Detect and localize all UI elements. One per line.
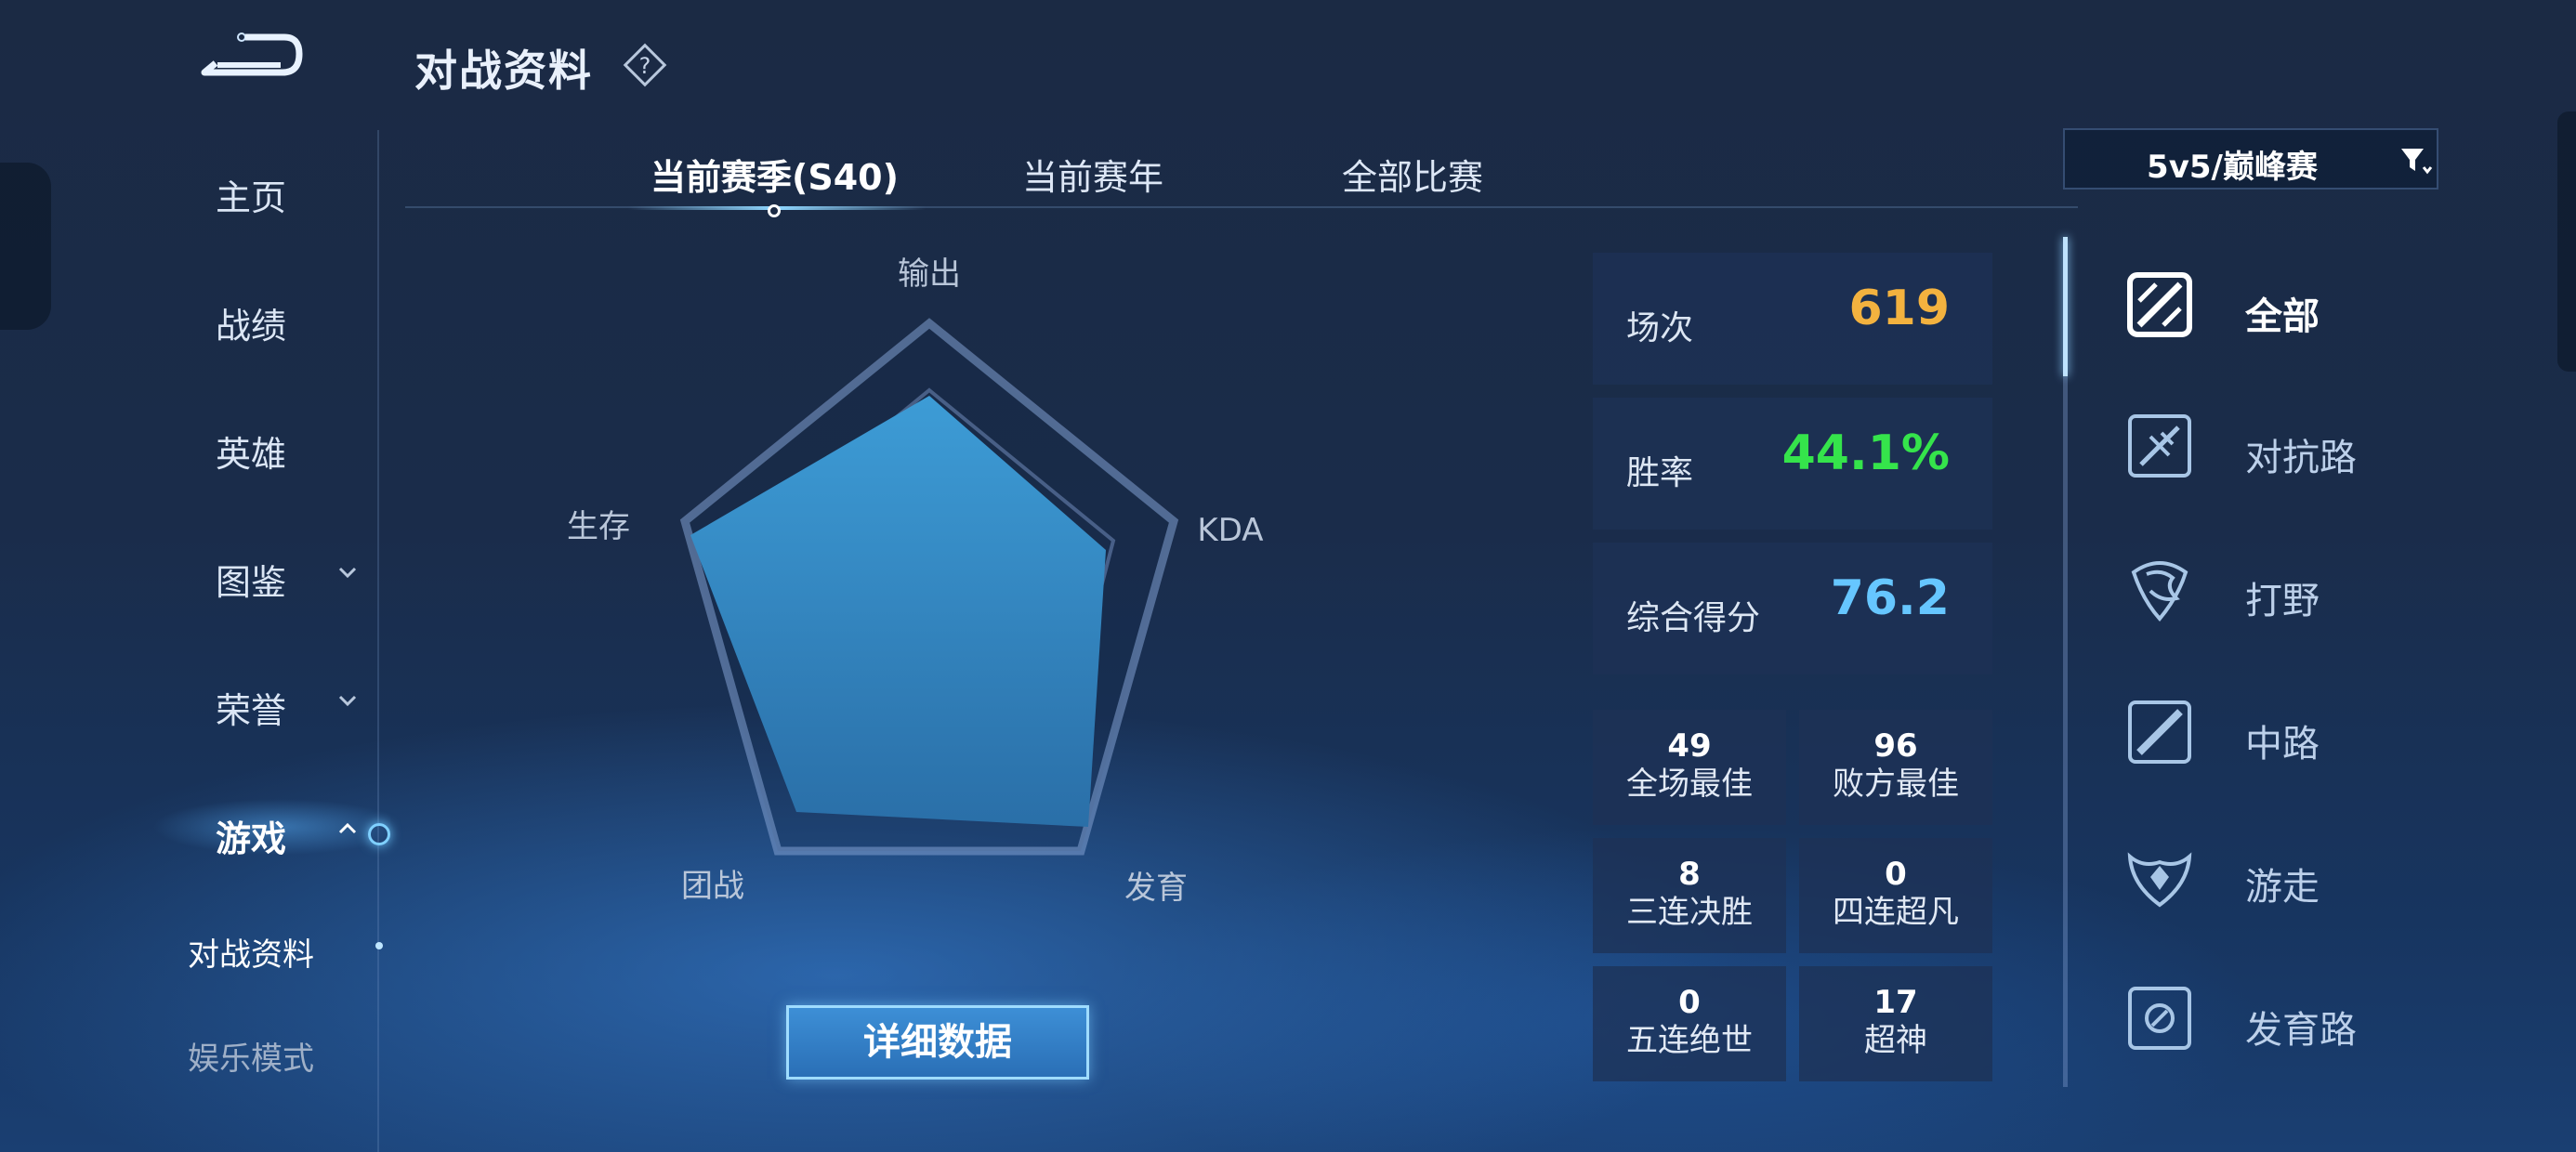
nav-item-heroes[interactable]: 英雄: [121, 425, 381, 477]
achievement-count: 8: [1678, 856, 1701, 893]
achievement-count: 17: [1873, 984, 1918, 1021]
mode-select[interactable]: 5v5/巅峰赛: [2063, 128, 2438, 190]
detail-data-button[interactable]: 详细数据: [786, 1005, 1089, 1080]
right-edge-handle: [2557, 111, 2576, 372]
achievement-losing-mvp: 96 败方最佳: [1799, 710, 1992, 825]
radar-axis-label-growth: 发育: [1124, 870, 1188, 907]
left-edge-handle: [0, 163, 51, 330]
nav-item-game[interactable]: 游戏: [121, 810, 381, 861]
nav-item-label: 游戏: [215, 818, 286, 859]
stat-label: 胜率: [1626, 454, 1694, 492]
role-item-jungle[interactable]: 打野: [2124, 554, 2515, 628]
back-arrow-icon: [201, 33, 303, 76]
role-label: 对抗路: [2245, 437, 2357, 479]
chevron-down-icon: [338, 567, 357, 579]
achievement-label: 四连超凡: [1833, 894, 1959, 931]
nav-item-label: 荣誉: [215, 690, 286, 731]
tab-all-matches[interactable]: 全部比赛: [1342, 149, 1483, 200]
role-label: 中路: [2245, 723, 2320, 766]
role-label: 全部: [2245, 295, 2320, 338]
stat-label: 场次: [1626, 309, 1694, 347]
achievement-legendary: 17 超神: [1799, 966, 1992, 1081]
farm-lane-icon: [2128, 987, 2191, 1050]
nav-item-label: 英雄: [215, 434, 286, 475]
mid-lane-icon: [2128, 700, 2191, 764]
achievement-label: 五连绝世: [1626, 1022, 1753, 1059]
tab-current-season[interactable]: 当前赛季(S40): [651, 149, 899, 200]
achievement-count: 96: [1873, 727, 1918, 765]
achievement-label: 超神: [1864, 1022, 1927, 1059]
role-item-mid-lane[interactable]: 中路: [2124, 697, 2515, 771]
stat-value: 619: [1848, 281, 1950, 336]
stat-score: 综合得分 76.2: [1593, 543, 1992, 674]
clash-lane-icon: [2128, 414, 2191, 478]
page-title: 对战资料: [414, 46, 593, 96]
achievement-count: 0: [1678, 984, 1701, 1021]
nav-item-label: 战绩: [215, 306, 286, 347]
filter-icon: [2401, 149, 2433, 175]
nav-item-label: 图鉴: [215, 562, 286, 603]
achievement-count: 0: [1885, 856, 1907, 893]
stat-value: 76.2: [1830, 570, 1950, 626]
radar-axis-label-survival: 生存: [567, 508, 630, 545]
nav-active-indicator: [368, 823, 390, 845]
role-item-clash-lane[interactable]: 对抗路: [2124, 411, 2515, 485]
roam-icon: [2127, 852, 2192, 908]
radar-axis-label-output: 输出: [898, 255, 961, 293]
achievement-label: 败方最佳: [1833, 766, 1959, 803]
role-item-farm-lane[interactable]: 发育路: [2124, 983, 2515, 1057]
role-item-roam[interactable]: 游走: [2124, 840, 2515, 914]
achievement-label: 全场最佳: [1626, 766, 1753, 803]
stat-label: 综合得分: [1626, 599, 1761, 637]
role-item-all[interactable]: 全部: [2124, 269, 2515, 344]
radar-chart: 输出 KDA 发育 团战 生存: [520, 242, 1338, 948]
role-label: 打野: [2245, 580, 2320, 622]
chevron-up-icon: [338, 822, 357, 834]
nav-sub-casual-mode[interactable]: 娱乐模式: [121, 1033, 381, 1079]
achievement-triple-kill: 8 三连决胜: [1593, 838, 1786, 953]
nav-sub-battle-data[interactable]: 对战资料: [121, 929, 381, 975]
stat-winrate: 胜率 44.1%: [1593, 398, 1992, 530]
nav-item-home[interactable]: 主页: [121, 169, 381, 220]
role-label: 游走: [2245, 866, 2320, 909]
mode-select-value: 5v5/巅峰赛: [2147, 149, 2318, 186]
nav-item-codex[interactable]: 图鉴: [121, 554, 381, 605]
radar-axis-label-teamfight: 团战: [681, 868, 744, 905]
all-roles-icon: [2127, 272, 2192, 337]
role-list-active-marker: [2063, 237, 2068, 376]
achievement-count: 49: [1667, 727, 1712, 765]
nav-item-honor[interactable]: 荣誉: [121, 682, 381, 733]
achievement-penta-kill: 0 五连绝世: [1593, 966, 1786, 1081]
tab-current-year[interactable]: 当前赛年: [1022, 149, 1163, 200]
nav-item-record[interactable]: 战绩: [121, 297, 381, 348]
nav-sub-current-dot: [375, 942, 383, 949]
achievement-label: 三连决胜: [1626, 894, 1753, 931]
achievement-mvp: 49 全场最佳: [1593, 710, 1786, 825]
achievement-quadra-kill: 0 四连超凡: [1799, 838, 1992, 953]
nav-divider: [377, 130, 379, 1152]
chevron-down-icon: [338, 695, 357, 707]
nav-item-label: 主页: [215, 177, 286, 218]
radar-axis-label-kda: KDA: [1197, 512, 1263, 549]
stat-matches: 场次 619: [1593, 253, 1992, 385]
svg-text:?: ?: [639, 53, 651, 79]
tab-active-dot: [768, 204, 781, 217]
stat-value: 44.1%: [1781, 425, 1950, 481]
jungle-icon: [2131, 561, 2188, 622]
back-button[interactable]: [195, 32, 307, 87]
role-label: 发育路: [2245, 1009, 2357, 1052]
diamond-question-icon[interactable]: ?: [621, 41, 669, 89]
